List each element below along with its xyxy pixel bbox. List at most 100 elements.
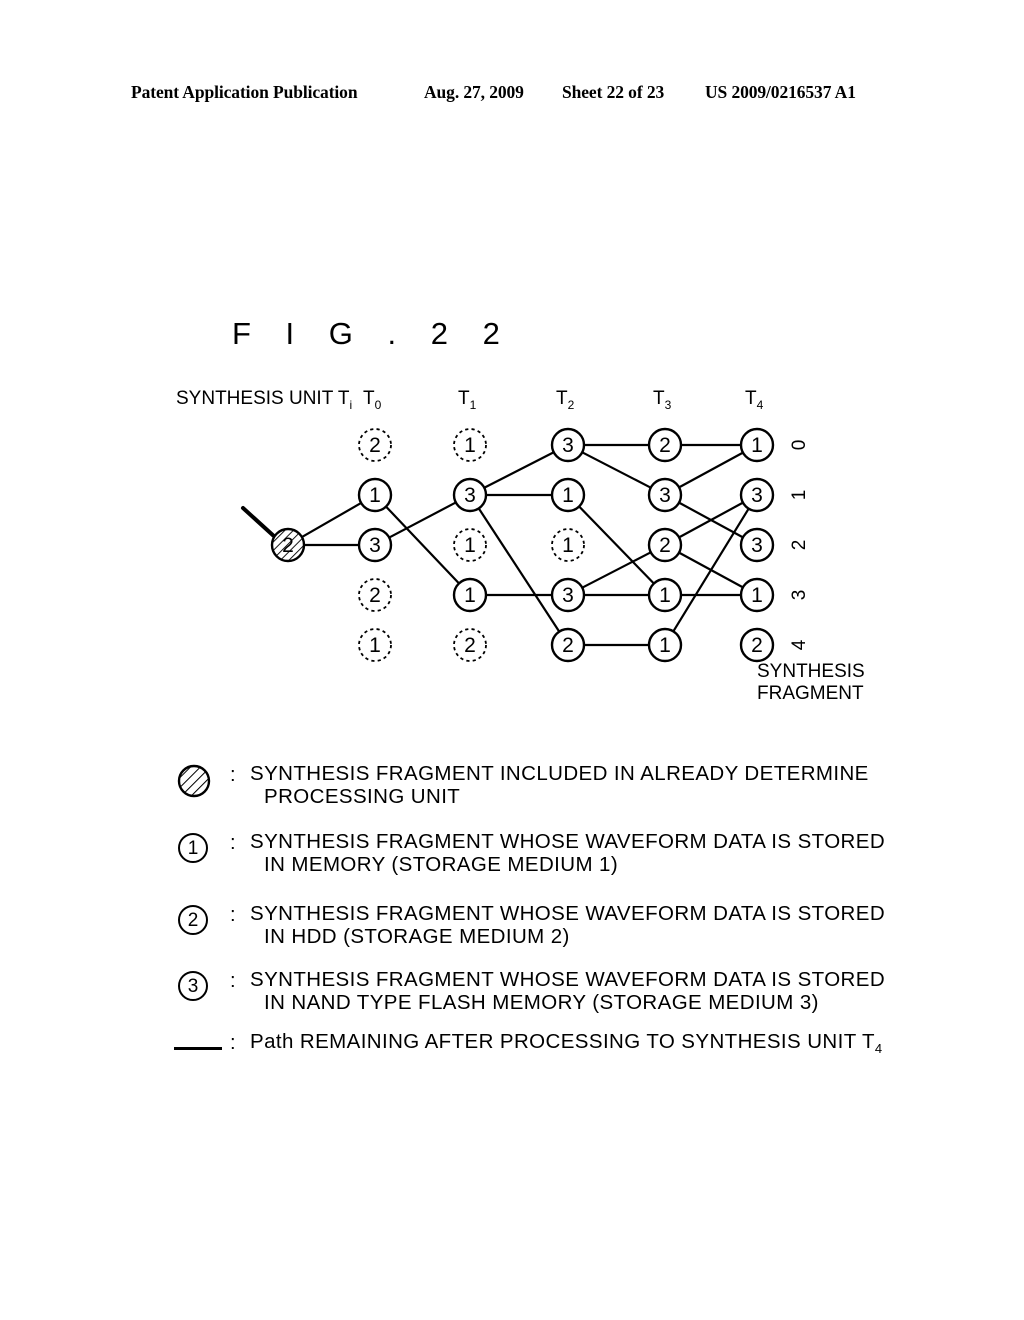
row-index-1: 1 bbox=[789, 489, 810, 501]
legend-colon: : bbox=[230, 1032, 236, 1054]
trellis-node-dashed-1: 1 bbox=[453, 528, 487, 562]
column-header-T0: T0 bbox=[363, 388, 381, 412]
trellis-node-solid-1: 1 bbox=[739, 427, 775, 463]
trellis-entry-edge bbox=[241, 506, 278, 540]
legend-icon-cell bbox=[172, 762, 228, 806]
column-header-base: T bbox=[745, 388, 757, 409]
svg-text:1: 1 bbox=[659, 634, 671, 657]
trellis-node-solid-1: 1 bbox=[550, 477, 586, 513]
svg-text:3: 3 bbox=[369, 534, 381, 557]
trellis-node-dashed-2: 2 bbox=[358, 578, 392, 612]
trellis-node-solid-3: 3 bbox=[357, 527, 393, 563]
header-date: Aug. 27, 2009 bbox=[424, 82, 524, 102]
legend-description: SYNTHESIS FRAGMENT WHOSE WAVEFORM DATA I… bbox=[250, 968, 885, 1014]
svg-text:1: 1 bbox=[562, 484, 574, 507]
legend-colon: : bbox=[230, 832, 236, 854]
trellis-edge bbox=[578, 505, 655, 585]
path-line-icon bbox=[174, 1047, 222, 1050]
legend-description: Path REMAINING AFTER PROCESSING TO SYNTH… bbox=[250, 1030, 883, 1060]
legend-description-line1: SYNTHESIS FRAGMENT INCLUDED IN ALREADY D… bbox=[250, 762, 869, 785]
trellis-node-solid-3: 3 bbox=[550, 427, 586, 463]
column-header-base: T bbox=[556, 388, 568, 409]
svg-text:1: 1 bbox=[751, 434, 763, 457]
trellis-node-solid-1: 1 bbox=[647, 577, 683, 613]
column-header-T3: T3 bbox=[653, 388, 671, 412]
legend-description-line1: SYNTHESIS FRAGMENT WHOSE WAVEFORM DATA I… bbox=[250, 830, 886, 853]
svg-text:1: 1 bbox=[562, 534, 574, 557]
synthesis-unit-text: SYNTHESIS UNIT T bbox=[176, 388, 350, 409]
trellis-edge bbox=[384, 505, 461, 585]
legend-description-line1: SYNTHESIS FRAGMENT WHOSE WAVEFORM DATA I… bbox=[250, 902, 886, 925]
trellis-edge bbox=[581, 451, 652, 489]
circle-3-icon: 3 bbox=[178, 971, 208, 1001]
legend-colon: : bbox=[230, 970, 236, 992]
trellis-edge bbox=[677, 501, 745, 539]
legend-row: : Path REMAINING AFTER PROCESSING TO SYNT… bbox=[172, 1030, 882, 1070]
column-header-base: T bbox=[363, 388, 375, 409]
legend-description-line1: Path REMAINING AFTER PROCESSING TO SYNTH… bbox=[250, 1030, 875, 1053]
svg-text:1: 1 bbox=[464, 434, 476, 457]
figure-title: F I G . 2 2 bbox=[232, 316, 513, 351]
header-sheet: Sheet 22 of 23 bbox=[562, 82, 665, 102]
synthesis-fragment-line1: SYNTHESIS bbox=[757, 661, 865, 682]
trellis-node-dashed-1: 1 bbox=[358, 628, 392, 662]
svg-text:2: 2 bbox=[282, 534, 294, 557]
legend-colon: : bbox=[230, 764, 236, 786]
trellis-node-solid-1: 1 bbox=[739, 577, 775, 613]
trellis-svg: 2 2 1 3 2 1 1 3 1 1 2 3 1 1 3 2 2 3 2 1 1 1 3 3 1 2 bbox=[241, 427, 775, 663]
svg-text:3: 3 bbox=[751, 484, 763, 507]
column-header-subscript: 4 bbox=[756, 397, 764, 412]
legend-icon-cell: 2 bbox=[172, 902, 228, 946]
row-index-2: 2 bbox=[789, 539, 810, 551]
header-publication: Patent Application Publication bbox=[131, 82, 358, 102]
svg-text:1: 1 bbox=[464, 534, 476, 557]
trellis-edge bbox=[672, 507, 750, 633]
row-index-4: 4 bbox=[789, 639, 810, 651]
trellis-edge bbox=[581, 551, 652, 589]
legend-description-line2: PROCESSING UNIT bbox=[264, 785, 461, 808]
trellis-node-solid-3: 3 bbox=[739, 477, 775, 513]
svg-text:2: 2 bbox=[751, 634, 763, 657]
column-header-base: T bbox=[458, 388, 470, 409]
trellis-node-dashed-1: 1 bbox=[551, 528, 585, 562]
trellis-diagram: 2 2 1 3 2 1 1 3 1 1 2 3 1 1 3 2 2 3 2 1 1 1 3 3 1 2 bbox=[0, 0, 1024, 1320]
legend-description: SYNTHESIS FRAGMENT WHOSE WAVEFORM DATA I… bbox=[250, 830, 885, 876]
trellis-edge bbox=[300, 501, 363, 539]
trellis-edge bbox=[483, 451, 555, 489]
legend-colon: : bbox=[230, 904, 236, 926]
column-header-subscript: 1 bbox=[469, 397, 477, 412]
column-header-subscript: 0 bbox=[374, 397, 382, 412]
trellis-node-solid-3: 3 bbox=[647, 477, 683, 513]
legend-row: 1: SYNTHESIS FRAGMENT WHOSE WAVEFORM DATA… bbox=[172, 830, 885, 876]
trellis-edge bbox=[677, 451, 745, 489]
legend-row: : SYNTHESIS FRAGMENT INCLUDED IN ALREADY … bbox=[172, 762, 872, 808]
column-header-T1: T1 bbox=[458, 388, 476, 412]
trellis-node-dashed-1: 1 bbox=[453, 428, 487, 462]
svg-text:3: 3 bbox=[751, 534, 763, 557]
svg-text:3: 3 bbox=[464, 484, 476, 507]
patent-header: Patent Application Publication Aug. 27, … bbox=[0, 82, 1024, 112]
legend-description: SYNTHESIS FRAGMENT INCLUDED IN ALREADY D… bbox=[250, 762, 869, 808]
legend-icon-cell: 1 bbox=[172, 830, 228, 874]
trellis-node-dashed-2: 2 bbox=[453, 628, 487, 662]
column-header-base: T bbox=[653, 388, 665, 409]
header-patent-number: US 2009/0216537 A1 bbox=[705, 82, 856, 102]
trellis-node-solid-1: 1 bbox=[452, 577, 488, 613]
trellis-node-dashed-2: 2 bbox=[358, 428, 392, 462]
trellis-edge bbox=[477, 507, 561, 633]
svg-text:1: 1 bbox=[751, 584, 763, 607]
trellis-node-solid-3: 3 bbox=[550, 577, 586, 613]
svg-text:3: 3 bbox=[562, 434, 574, 457]
svg-text:2: 2 bbox=[659, 534, 671, 557]
trellis-edge bbox=[677, 501, 745, 539]
svg-text:3: 3 bbox=[562, 584, 574, 607]
synthesis-unit-label: SYNTHESIS UNIT Ti bbox=[176, 388, 352, 412]
synthesis-unit-subscript: i bbox=[349, 397, 353, 412]
legend-description-line1: SYNTHESIS FRAGMENT WHOSE WAVEFORM DATA I… bbox=[250, 968, 886, 991]
row-index-0: 0 bbox=[789, 439, 810, 451]
trellis-node-solid-2: 2 bbox=[739, 627, 775, 663]
legend-description-line2: IN MEMORY (STORAGE MEDIUM 1) bbox=[264, 853, 619, 876]
row-index-3: 3 bbox=[789, 589, 810, 601]
svg-text:1: 1 bbox=[369, 484, 381, 507]
trellis-node-solid-2: 2 bbox=[550, 627, 586, 663]
